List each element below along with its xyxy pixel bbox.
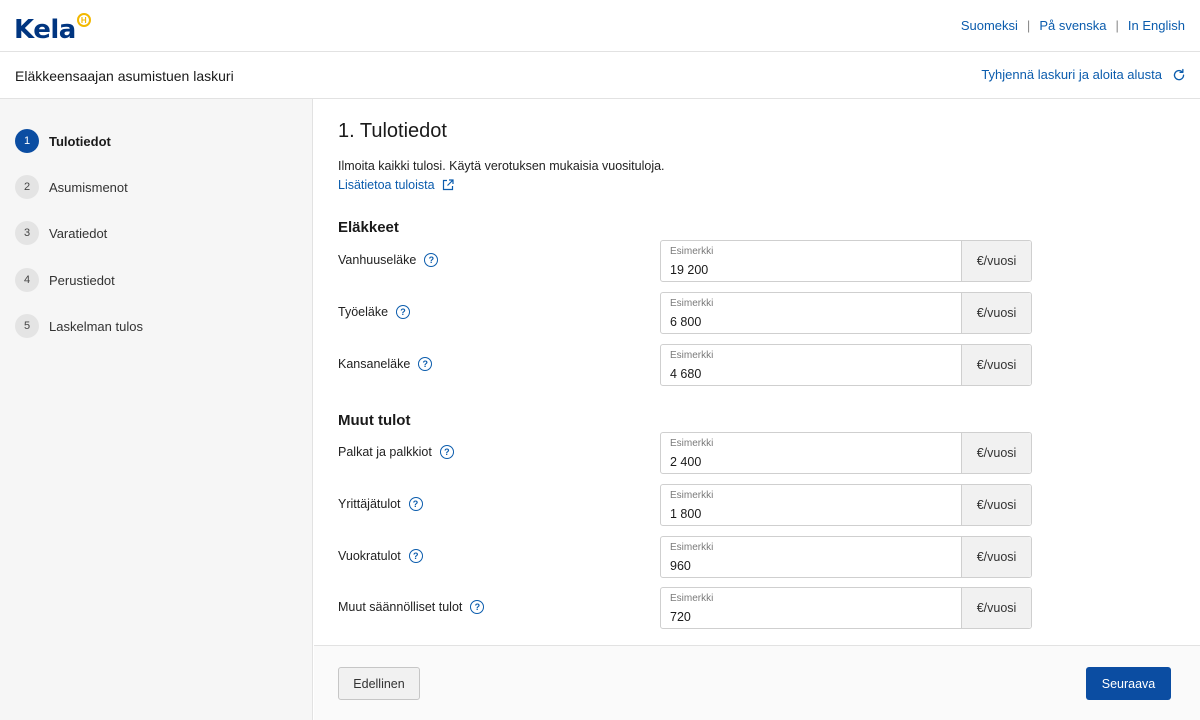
field-hint: Esimerkki <box>670 542 714 553</box>
previous-button[interactable]: Edellinen <box>338 667 420 700</box>
palkat-input[interactable]: 2 400 <box>670 455 930 469</box>
field-label: Kansaneläke ? <box>338 355 433 373</box>
field-label: Vanhuuseläke ? <box>338 251 439 269</box>
step-asumismenot[interactable]: 2 Asumismenot <box>15 175 128 199</box>
help-icon[interactable]: ? <box>439 445 454 459</box>
lang-finnish-link[interactable]: Suomeksi <box>961 18 1018 33</box>
step-label: Tulotiedot <box>49 133 111 149</box>
lang-swedish-link[interactable]: På svenska <box>1039 18 1106 33</box>
top-header: Kela H Suomeksi | På svenska | In Englis… <box>0 0 1200 52</box>
lang-english-link[interactable]: In English <box>1128 18 1185 33</box>
unit-label: €/vuosi <box>961 433 1031 473</box>
field-hint: Esimerkki <box>670 298 714 309</box>
group-title-muut-tulot: Muut tulot <box>338 412 411 429</box>
field-label-text: Vanhuuseläke <box>338 253 417 267</box>
step-number: 3 <box>15 221 39 245</box>
page-title: 1. Tulotiedot <box>338 120 447 142</box>
kansanelake-input[interactable]: 4 680 <box>670 367 930 381</box>
field-label: Muut säännölliset tulot ? <box>338 598 485 616</box>
refresh-icon <box>1173 68 1185 80</box>
unit-label: €/vuosi <box>961 537 1031 577</box>
more-info-label: Lisätietoa tuloista <box>338 178 435 192</box>
unit-label: €/vuosi <box>961 241 1031 281</box>
yrittajatulot-field: Esimerkki 1 800 €/vuosi <box>660 484 1032 526</box>
step-label: Perustiedot <box>49 272 115 288</box>
yrittajatulot-input[interactable]: 1 800 <box>670 507 930 521</box>
reset-label: Tyhjennä laskuri ja aloita alusta <box>981 67 1162 82</box>
unit-label: €/vuosi <box>961 293 1031 333</box>
step-tulotiedot[interactable]: 1 Tulotiedot <box>15 129 111 153</box>
vanhuuselake-input[interactable]: 19 200 <box>670 263 930 277</box>
lang-separator: | <box>1026 18 1031 33</box>
field-label-text: Muut säännölliset tulot <box>338 600 463 614</box>
help-icon[interactable]: ? <box>418 357 433 371</box>
muut-tulot-field: Esimerkki 720 €/vuosi <box>660 587 1032 629</box>
field-hint: Esimerkki <box>670 350 714 361</box>
field-hint: Esimerkki <box>670 593 714 604</box>
input-area[interactable]: Esimerkki 4 680 <box>661 345 961 385</box>
step-label: Varatiedot <box>49 225 108 241</box>
help-icon[interactable]: ? <box>424 253 439 267</box>
step-label: Asumismenot <box>49 179 128 195</box>
unit-label: €/vuosi <box>961 485 1031 525</box>
muut-tulot-input[interactable]: 720 <box>670 610 930 624</box>
input-area[interactable]: Esimerkki 1 800 <box>661 485 961 525</box>
step-label: Laskelman tulos <box>49 318 143 334</box>
vanhuuselake-field: Esimerkki 19 200 €/vuosi <box>660 240 1032 282</box>
tyoelake-input[interactable]: 6 800 <box>670 315 930 329</box>
step-laskelman-tulos[interactable]: 5 Laskelman tulos <box>15 314 143 338</box>
input-area[interactable]: Esimerkki 2 400 <box>661 433 961 473</box>
help-icon[interactable]: ? <box>470 600 485 614</box>
step-number: 2 <box>15 175 39 199</box>
vuokratulot-input[interactable]: 960 <box>670 559 930 573</box>
main-content: 1. Tulotiedot Ilmoita kaikki tulosi. Käy… <box>314 99 1200 645</box>
field-hint: Esimerkki <box>670 246 714 257</box>
palkat-field: Esimerkki 2 400 €/vuosi <box>660 432 1032 474</box>
tyoelake-field: Esimerkki 6 800 €/vuosi <box>660 292 1032 334</box>
field-label: Vuokratulot ? <box>338 547 423 565</box>
lang-separator: | <box>1115 18 1119 33</box>
input-area[interactable]: Esimerkki 19 200 <box>661 241 961 281</box>
unit-label: €/vuosi <box>961 588 1031 628</box>
step-varatiedot[interactable]: 3 Varatiedot <box>15 221 107 245</box>
field-label-text: Vuokratulot <box>338 549 401 563</box>
field-hint: Esimerkki <box>670 438 714 449</box>
help-icon[interactable]: ? <box>408 549 423 563</box>
input-area[interactable]: Esimerkki 720 <box>661 588 961 628</box>
next-button[interactable]: Seuraava <box>1086 667 1171 700</box>
help-icon[interactable]: ? <box>408 497 423 511</box>
field-hint: Esimerkki <box>670 490 714 501</box>
field-label: Palkat ja palkkiot ? <box>338 443 454 461</box>
step-perustiedot[interactable]: 4 Perustiedot <box>15 268 115 292</box>
form-footer: Edellinen Seuraava <box>314 645 1200 720</box>
input-area[interactable]: Esimerkki 960 <box>661 537 961 577</box>
kansanelake-field: Esimerkki 4 680 €/vuosi <box>660 344 1032 386</box>
field-label: Työeläke ? <box>338 303 411 321</box>
logo-text: Kela <box>14 15 76 45</box>
app-title: Eläkkeensaajan asumistuen laskuri <box>15 68 234 84</box>
field-label-text: Palkat ja palkkiot <box>338 445 432 459</box>
intro-text: Ilmoita kaikki tulosi. Käytä verotuksen … <box>338 159 665 173</box>
app-header: Eläkkeensaajan asumistuen laskuri Tyhjen… <box>0 52 1200 99</box>
step-number: 5 <box>15 314 39 338</box>
field-label-text: Yrittäjätulot <box>338 497 401 511</box>
step-number: 1 <box>15 129 39 153</box>
kela-logo[interactable]: Kela H <box>14 9 91 45</box>
unit-label: €/vuosi <box>961 345 1031 385</box>
field-label-text: Kansaneläke <box>338 357 411 371</box>
group-title-elakkeet: Eläkkeet <box>338 219 399 236</box>
language-switcher: Suomeksi | På svenska | In English <box>961 18 1185 33</box>
vuokratulot-field: Esimerkki 960 €/vuosi <box>660 536 1032 578</box>
logo-badge-icon: H <box>76 13 91 27</box>
field-label: Yrittäjätulot ? <box>338 495 423 513</box>
input-area[interactable]: Esimerkki 6 800 <box>661 293 961 333</box>
field-label-text: Työeläke <box>338 305 389 319</box>
external-link-icon <box>442 179 454 191</box>
step-number: 4 <box>15 268 39 292</box>
more-info-link[interactable]: Lisätietoa tuloista <box>338 178 454 192</box>
help-icon[interactable]: ? <box>396 305 411 319</box>
reset-calculator-link[interactable]: Tyhjennä laskuri ja aloita alusta <box>981 67 1186 82</box>
steps-sidebar: 1 Tulotiedot 2 Asumismenot 3 Varatiedot … <box>0 99 313 720</box>
